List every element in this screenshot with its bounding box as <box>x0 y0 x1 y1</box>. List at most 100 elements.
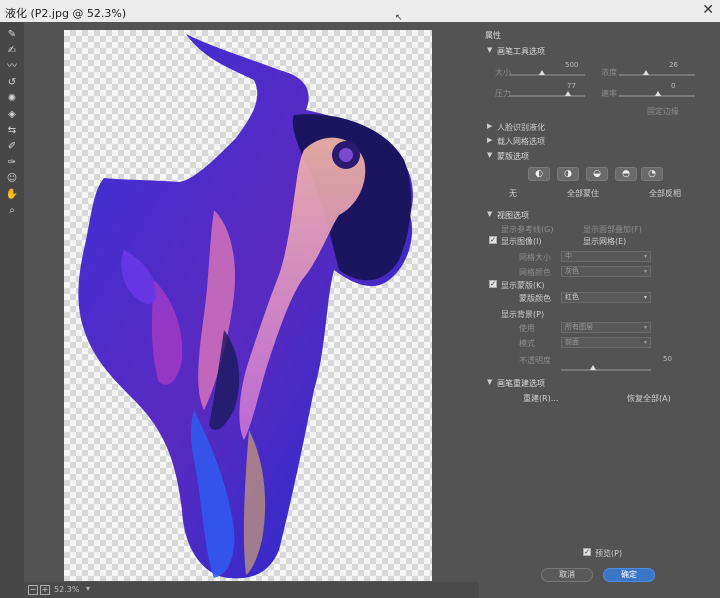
mesh-size-caret-icon: ▾ <box>643 253 647 260</box>
mask-intersect-button[interactable]: ◓ <box>615 167 637 181</box>
show-face-overlay-label[interactable]: 显示面部叠加(F) <box>583 224 642 235</box>
push-left-icon[interactable]: ⇆ <box>4 124 20 138</box>
properties-heading: 属性 <box>485 31 501 40</box>
show-mesh-label[interactable]: 显示网格(E) <box>583 236 626 247</box>
mesh-color-label: 网格颜色 <box>519 268 551 277</box>
show-image-label[interactable]: 显示图像(I) <box>501 236 542 247</box>
backdrop-opacity-thumb[interactable] <box>590 365 596 370</box>
liquify-toolbar: ✎ ✍ 〰 ↺ ✺ ◈ ⇆ ✐ ✑ ☺ ✋ ⌕ <box>0 22 24 598</box>
preview-checkbox[interactable]: ✓ <box>583 548 591 556</box>
load-mesh-options-header[interactable]: 载入网格选项 <box>497 136 545 147</box>
mask-color-dropdown[interactable]: 红色 ▾ <box>561 292 651 303</box>
mask-subtract-button[interactable]: ◒ <box>586 167 608 181</box>
zoom-in-button[interactable]: + <box>40 585 50 595</box>
pressure-slider-thumb[interactable] <box>565 91 571 96</box>
size-slider-thumb[interactable] <box>539 70 545 75</box>
preview-label[interactable]: 预览(P) <box>595 548 622 559</box>
mask-options-header[interactable]: 蒙版选项 <box>497 151 529 162</box>
hand-icon[interactable]: ✋ <box>4 188 20 202</box>
cancel-button[interactable]: 取消 <box>541 568 593 582</box>
rate-label: 速率 <box>601 89 617 98</box>
zoom-out-button[interactable]: − <box>28 585 38 595</box>
backdrop-mode-caret-icon: ▾ <box>643 339 647 346</box>
pressure-slider[interactable] <box>509 95 585 97</box>
view-options-header[interactable]: 视图选项 <box>497 210 529 221</box>
forward-warp-icon[interactable]: ✎ <box>4 28 20 42</box>
view-options-expand-icon[interactable]: ▼ <box>487 210 492 218</box>
backdrop-mode-label: 模式 <box>519 339 535 348</box>
backdrop-opacity-slider[interactable] <box>561 369 651 371</box>
mesh-color-dropdown[interactable]: 灰色 ▾ <box>561 266 651 277</box>
backdrop-use-caret-icon: ▾ <box>643 324 647 331</box>
zoom-level-field[interactable]: 52.3% <box>54 585 79 594</box>
pin-edges-label[interactable]: 固定边缘 <box>647 106 679 117</box>
mask-add-button[interactable]: ◑ <box>557 167 579 181</box>
mesh-color-caret-icon: ▾ <box>643 268 647 275</box>
mask-all-button[interactable]: 全部蒙住 <box>567 188 599 199</box>
density-label: 浓度 <box>601 68 617 77</box>
pressure-label: 压力 <box>495 89 511 98</box>
close-icon[interactable]: ✕ <box>702 2 714 18</box>
smooth-icon[interactable]: 〰 <box>4 60 20 74</box>
rate-value[interactable]: 0 <box>671 82 675 90</box>
face-aware-collapse-icon[interactable]: ▶ <box>487 122 492 130</box>
mesh-size-value: 中 <box>565 252 572 260</box>
thaw-mask-icon[interactable]: ✑ <box>4 156 20 170</box>
window-titlebar: 液化 (P2.jpg @ 52.3%) ✕ <box>0 0 720 22</box>
mesh-size-dropdown[interactable]: 中 ▾ <box>561 251 651 262</box>
liquified-artwork <box>78 34 413 579</box>
backdrop-opacity-value[interactable]: 50 <box>663 355 672 363</box>
density-slider[interactable] <box>619 74 695 76</box>
zoom-icon[interactable]: ⌕ <box>4 204 20 218</box>
mask-color-label: 蒙版颜色 <box>519 294 551 303</box>
density-slider-thumb[interactable] <box>643 70 649 75</box>
backdrop-mode-dropdown[interactable]: 前面 ▾ <box>561 337 651 348</box>
mask-none-button[interactable]: 无 <box>509 188 517 199</box>
zoom-statusbar: − + 52.3% ▾ <box>24 582 479 598</box>
mask-options-expand-icon[interactable]: ▼ <box>487 151 492 159</box>
freeze-mask-icon[interactable]: ✐ <box>4 140 20 154</box>
rate-slider-thumb[interactable] <box>655 91 661 96</box>
twirl-icon[interactable]: ↺ <box>4 76 20 90</box>
ok-button[interactable]: 确定 <box>603 568 655 582</box>
mask-replace-button[interactable]: ◐ <box>528 167 550 181</box>
face-tool-icon[interactable]: ☺ <box>4 172 20 186</box>
size-value[interactable]: 500 <box>565 61 578 69</box>
show-mask-checkbox[interactable]: ✓ <box>489 280 497 288</box>
restore-all-button[interactable]: 恢复全部(A) <box>627 393 671 404</box>
mask-invert-button[interactable]: ◔ <box>641 167 663 181</box>
backdrop-use-value: 所有图层 <box>565 323 593 331</box>
reconstruct-icon[interactable]: ✍ <box>4 44 20 58</box>
face-aware-liquify-header[interactable]: 人脸识别液化 <box>497 122 545 133</box>
brush-tool-options-header[interactable]: 画笔工具选项 <box>497 46 545 57</box>
size-slider[interactable] <box>509 74 585 76</box>
mesh-size-label: 网格大小 <box>519 253 551 262</box>
brush-reconstruct-options-header[interactable]: 画笔重建选项 <box>497 378 545 389</box>
reconstruct-button[interactable]: 重建(R)... <box>523 393 558 404</box>
mask-color-caret-icon: ▾ <box>643 294 647 301</box>
document-canvas[interactable] <box>64 30 432 581</box>
properties-panel: 属性 ▼ 画笔工具选项 大小 500 浓度 26 压力 77 速率 0 固定边缘… <box>479 22 720 598</box>
bloat-icon[interactable]: ◈ <box>4 108 20 122</box>
brush-options-expand-icon[interactable]: ▼ <box>487 46 492 54</box>
pucker-icon[interactable]: ✺ <box>4 92 20 106</box>
preview-canvas-area <box>24 22 479 582</box>
show-mask-label[interactable]: 显示蒙版(K) <box>501 280 545 291</box>
size-label: 大小 <box>495 68 511 77</box>
backdrop-mode-value: 前面 <box>565 338 579 346</box>
mesh-color-value: 灰色 <box>565 267 579 275</box>
density-value[interactable]: 26 <box>669 61 678 69</box>
invert-all-button[interactable]: 全部反相 <box>649 188 681 199</box>
reconstruct-options-expand-icon[interactable]: ▼ <box>487 378 492 386</box>
show-image-checkbox[interactable]: ✓ <box>489 236 497 244</box>
backdrop-use-label: 使用 <box>519 324 535 333</box>
mask-color-value: 红色 <box>565 293 579 301</box>
pressure-value[interactable]: 77 <box>567 82 576 90</box>
window-title: 液化 (P2.jpg @ 52.3%) <box>5 7 127 20</box>
show-backdrop-label[interactable]: 显示背景(P) <box>501 309 544 320</box>
zoom-dropdown-caret-icon[interactable]: ▾ <box>86 584 90 593</box>
show-guides-label[interactable]: 显示参考线(G) <box>501 224 553 235</box>
load-mesh-collapse-icon[interactable]: ▶ <box>487 136 492 144</box>
backdrop-use-dropdown[interactable]: 所有图层 ▾ <box>561 322 651 333</box>
backdrop-opacity-label: 不透明度 <box>519 356 551 365</box>
